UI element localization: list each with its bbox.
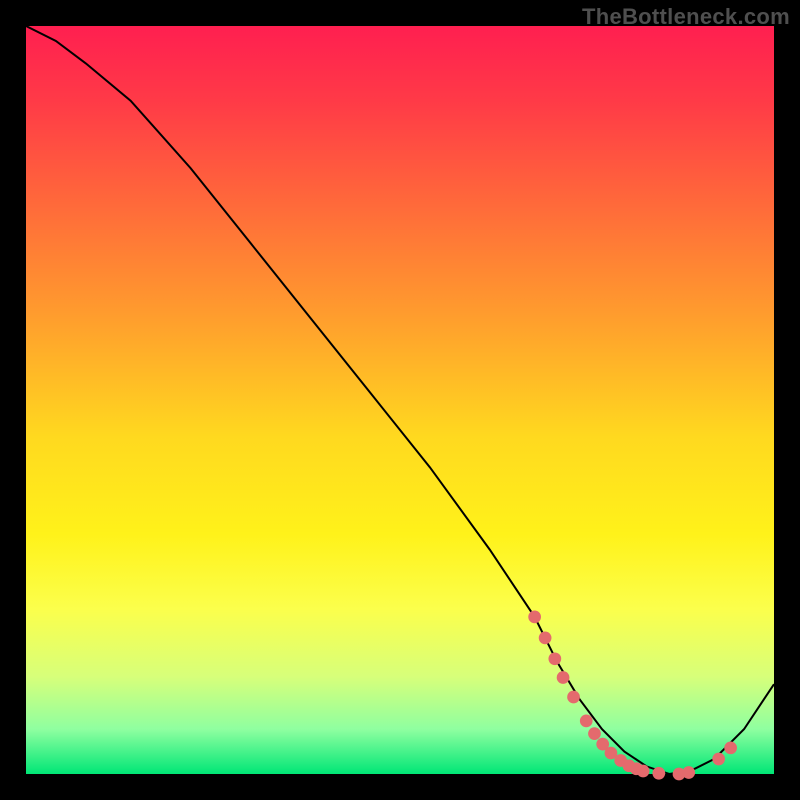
optimal-dot <box>652 767 665 780</box>
optimal-dot <box>682 766 695 779</box>
optimal-dot <box>567 691 580 704</box>
optimal-dot <box>588 727 601 740</box>
optimal-dot <box>528 611 541 624</box>
watermark-text: TheBottleneck.com <box>582 4 790 30</box>
optimal-dot <box>712 753 725 766</box>
plot-area <box>26 26 774 774</box>
optimal-dot <box>548 652 561 665</box>
optimal-dot <box>637 765 650 778</box>
bottleneck-curve <box>26 26 774 774</box>
optimal-dot <box>539 632 552 645</box>
marker-layer <box>528 611 737 781</box>
optimal-dot <box>724 741 737 754</box>
optimal-dot <box>557 671 570 684</box>
chart-frame: TheBottleneck.com <box>0 0 800 800</box>
curve-layer <box>26 26 774 774</box>
chart-svg <box>26 26 774 774</box>
optimal-dot <box>580 715 593 728</box>
